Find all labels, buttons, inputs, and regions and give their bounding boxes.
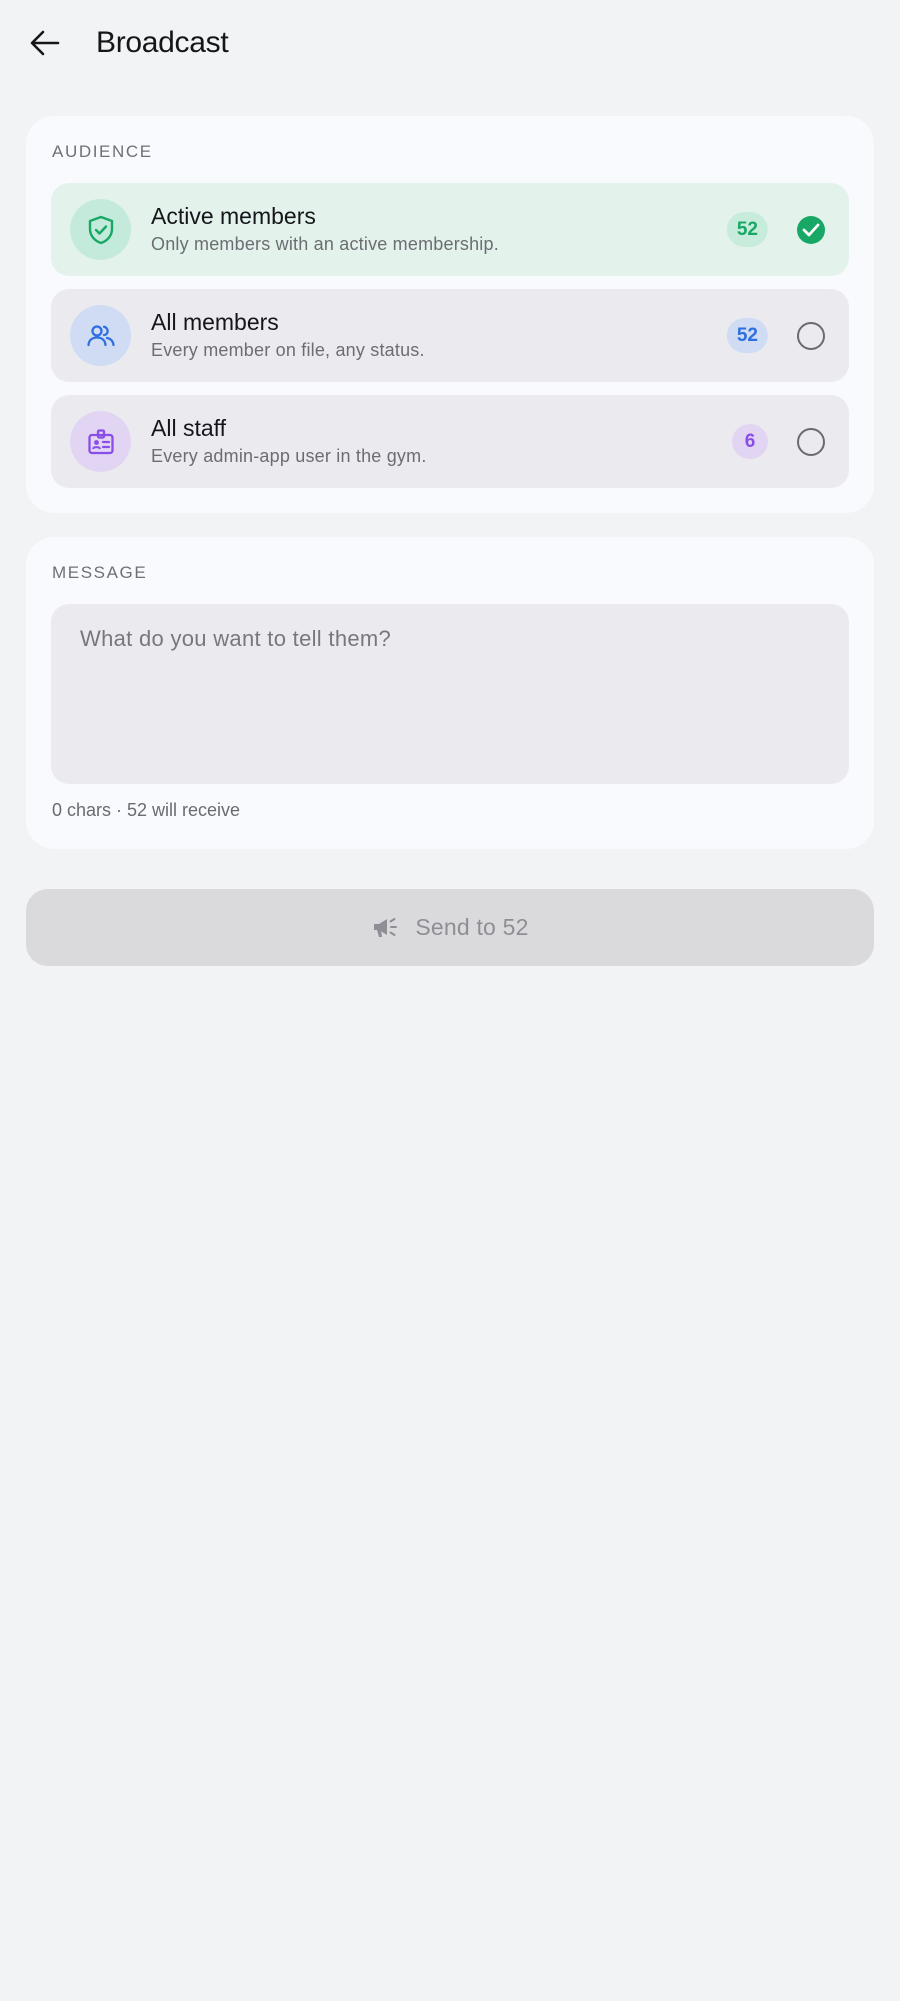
broadcast-screen: Broadcast AUDIENCE Active members Only m… [0, 0, 900, 2001]
message-section-label: MESSAGE [52, 563, 148, 582]
radio-unchecked[interactable] [797, 322, 825, 350]
radio-checked[interactable] [797, 216, 825, 244]
page-title: Broadcast [96, 26, 229, 59]
option-subtitle: Only members with an active membership. [151, 234, 499, 254]
option-title: Active members [151, 203, 316, 229]
radio-unchecked[interactable] [797, 428, 825, 456]
audience-card: AUDIENCE Active members Only members wit… [26, 116, 874, 513]
app-header: Broadcast [0, 0, 900, 92]
shield-check-icon [70, 199, 131, 260]
badge-icon [70, 411, 131, 472]
people-icon [70, 305, 131, 366]
count-badge: 52 [726, 318, 768, 353]
audience-option-active-members[interactable]: Active members Only members with an acti… [51, 183, 849, 276]
audience-option-all-staff[interactable]: All staff Every admin-app user in the gy… [51, 395, 849, 488]
check-icon [802, 223, 820, 237]
megaphone-icon [374, 917, 398, 937]
count-badge: 6 [732, 424, 768, 459]
send-button[interactable]: Send to 52 [26, 889, 874, 966]
message-input[interactable] [51, 604, 849, 784]
back-button[interactable] [24, 22, 66, 64]
option-title: All staff [151, 415, 226, 441]
audience-option-all-members[interactable]: All members Every member on file, any st… [51, 289, 849, 382]
message-card: MESSAGE 0 chars · 52 will receive [26, 537, 874, 849]
arrow-left-icon [30, 30, 60, 56]
option-subtitle: Every admin-app user in the gym. [151, 446, 427, 466]
audience-section-label: AUDIENCE [52, 142, 153, 161]
message-status: 0 chars · 52 will receive [52, 800, 241, 820]
count-badge: 52 [726, 212, 768, 247]
option-title: All members [151, 309, 279, 335]
option-subtitle: Every member on file, any status. [151, 340, 425, 360]
send-button-label: Send to 52 [415, 914, 529, 940]
